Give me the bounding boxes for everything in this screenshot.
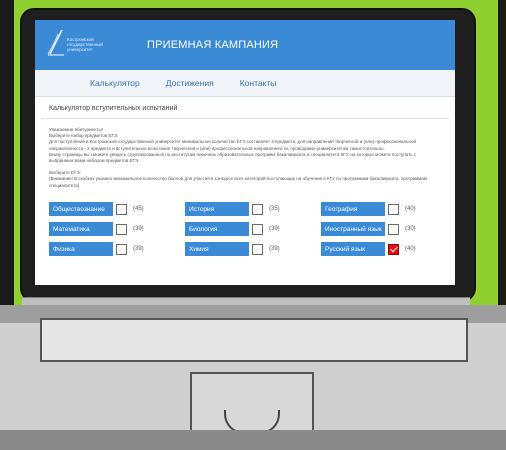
subject-cell: Математика (39) [49,222,171,236]
nav-contacts[interactable]: Контакты [240,78,277,88]
subject-score: (39) [269,246,280,252]
subject-cell: История (35) [185,202,307,216]
subject-cell: Иностранный язык (30) [321,222,443,236]
subject-cell: Биология (39) [185,222,307,236]
nav-achievements[interactable]: Достижения [166,78,214,88]
subjects-row: Обществознание (45) История (35) Географ… [49,202,443,216]
subjects-row: Математика (39) Биология (39) Иностранны… [49,222,443,236]
laptop-base-edge [0,430,506,450]
subject-score: (40) [405,206,416,212]
subject-checkbox-geography[interactable] [388,203,399,215]
subject-checkbox-social[interactable] [116,203,127,215]
subject-label: География [321,202,385,216]
subject-checkbox-chemistry[interactable] [252,243,263,255]
intro-text: Уважаемые абитуриенты! Выберите набор пр… [35,119,455,189]
intro-line-2: Для поступления в Костромской государств… [49,139,416,151]
subject-label: Русский язык [321,242,385,256]
subject-label: Обществознание [49,202,113,216]
site-header: Костромской государственный университет … [35,20,455,70]
subject-score: (35) [269,206,280,212]
page-title: Калькулятор вступительных испытаний [41,97,449,119]
subjects-row: Физика (39) Химия (39) Русский язык (40) [49,242,443,256]
subject-checkbox-russian[interactable] [388,243,399,255]
main-nav: Калькулятор Достижения Контакты [35,70,455,97]
subject-label: Химия [185,242,249,256]
score-note: (Внимание! В скобках указано минимальное… [49,176,427,188]
subject-score: (45) [133,206,144,212]
subject-checkbox-math[interactable] [116,223,127,235]
laptop-screen: Костромской государственный университет … [35,20,455,285]
subject-score: (39) [269,226,280,232]
subject-score: (39) [133,226,144,232]
nav-calculator[interactable]: Калькулятор [90,78,140,88]
subject-checkbox-biology[interactable] [252,223,263,235]
university-logo-icon [47,29,64,56]
subject-cell: Обществознание (45) [49,202,171,216]
subject-checkbox-physics[interactable] [116,243,127,255]
laptop-keyboard [40,318,468,362]
subject-score: (39) [133,246,144,252]
subject-label: Математика [49,222,113,236]
subject-score: (40) [405,246,416,252]
subject-label: Физика [49,242,113,256]
subject-label: Иностранный язык [321,222,385,236]
subject-checkbox-foreign-language[interactable] [388,223,399,235]
subject-cell: География (40) [321,202,443,216]
page-header-title: ПРИЕМНАЯ КАМПАНИЯ [147,39,279,51]
subject-cell: Физика (39) [49,242,171,256]
intro-line-3: Внизу страницы вы сможете увидеть сгрупп… [49,151,417,164]
subjects-grid: Обществознание (45) История (35) Географ… [49,202,443,262]
subject-cell: Химия (39) [185,242,307,256]
subject-cell: Русский язык (40) [321,242,443,256]
subject-checkbox-history[interactable] [252,203,263,215]
subject-label: История [185,202,249,216]
logo-text: Костромской государственный университет [67,37,103,52]
subject-score: (30) [405,226,416,232]
subject-label: Биология [185,222,249,236]
